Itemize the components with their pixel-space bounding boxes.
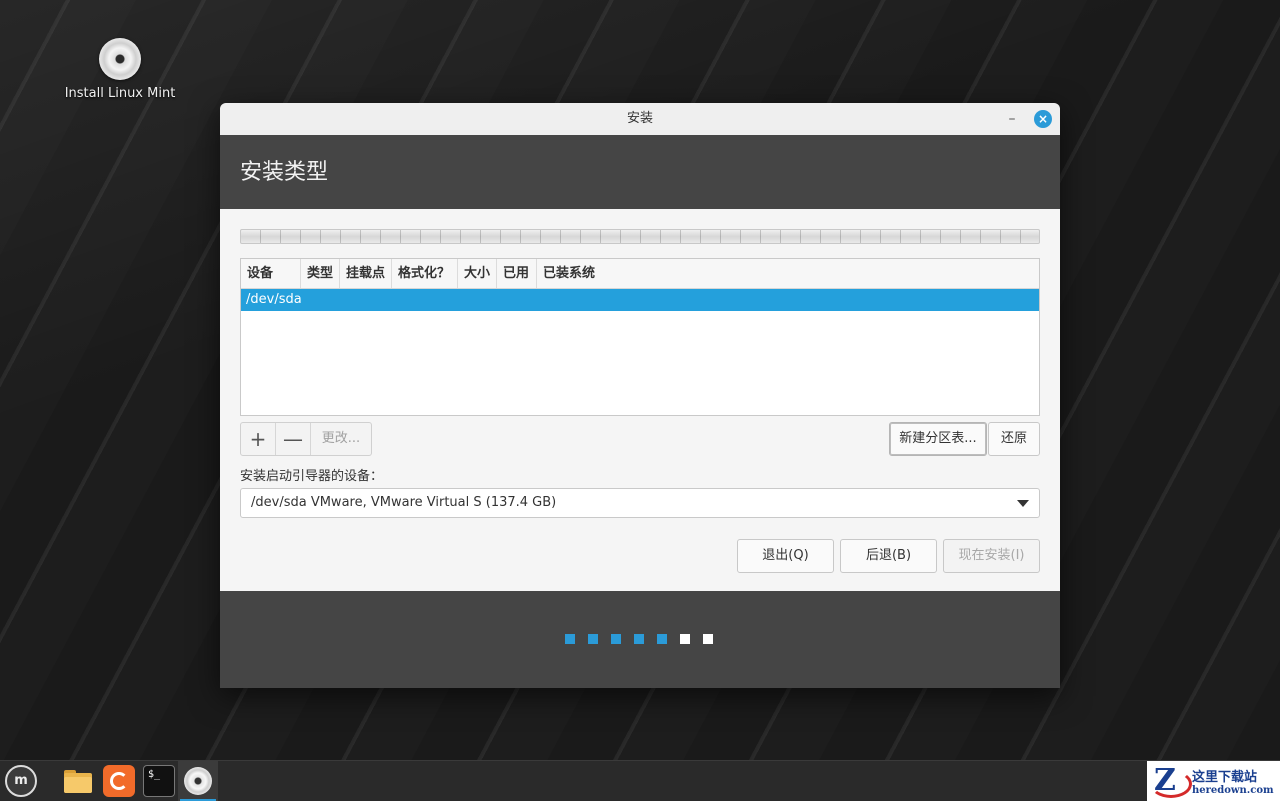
firefox-icon[interactable] — [103, 765, 135, 797]
column-header-size[interactable]: 大小 — [458, 259, 497, 288]
files-icon[interactable] — [62, 765, 94, 797]
column-header-installed-os[interactable]: 已装系统 — [537, 259, 1039, 288]
table-row[interactable]: /dev/sda — [241, 289, 1039, 311]
step-dot — [657, 634, 667, 644]
step-indicator — [565, 634, 713, 644]
step-progress-footer — [220, 591, 1060, 688]
add-partition-button[interactable]: + — [241, 423, 276, 455]
close-button[interactable]: × — [1034, 110, 1052, 128]
step-dot — [565, 634, 575, 644]
step-dot — [703, 634, 713, 644]
remove-partition-button[interactable]: — — [276, 423, 311, 455]
minimize-button[interactable]: – — [1002, 103, 1022, 135]
page-title: 安装类型 — [220, 135, 1060, 209]
watermark-logo: Z 这里下载站 heredown.com — [1147, 761, 1280, 801]
column-header-type[interactable]: 类型 — [301, 259, 340, 288]
new-partition-table-button[interactable]: 新建分区表... — [889, 422, 987, 456]
bootloader-label: 安装启动引导器的设备： — [240, 469, 384, 484]
step-dot — [634, 634, 644, 644]
watermark-cn: 这里下载站 — [1192, 770, 1258, 785]
change-partition-button[interactable]: 更改... — [311, 423, 371, 455]
install-linux-mint-desktop-icon[interactable]: Install Linux Mint — [60, 38, 180, 101]
partition-table: 设备 类型 挂载点 格式化？ 大小 已用 已装系统 /dev/sda — [240, 258, 1040, 416]
terminal-icon[interactable]: $_ — [143, 765, 175, 797]
window-titlebar[interactable]: 安装 – × — [220, 103, 1060, 135]
back-button[interactable]: 后退(B) — [840, 539, 937, 573]
bootloader-device-value: /dev/sda VMware, VMware Virtual S (137.4… — [251, 495, 557, 510]
table-header: 设备 类型 挂载点 格式化？ 大小 已用 已装系统 — [241, 259, 1039, 289]
column-header-device[interactable]: 设备 — [241, 259, 301, 288]
mint-menu-icon[interactable]: m — [5, 765, 37, 797]
partition-edit-buttons: + — 更改... — [240, 422, 372, 456]
step-dot — [611, 634, 621, 644]
step-dot — [680, 634, 690, 644]
desktop-icon-label: Install Linux Mint — [64, 86, 176, 101]
quit-button[interactable]: 退出(Q) — [737, 539, 834, 573]
dropdown-arrow-icon — [1017, 500, 1029, 507]
column-header-format[interactable]: 格式化？ — [392, 259, 458, 288]
watermark-en: heredown.com — [1192, 785, 1274, 796]
taskbar: m $_ Z 这里下载站 heredown.com — [0, 760, 1280, 801]
step-dot — [588, 634, 598, 644]
column-header-used[interactable]: 已用 — [497, 259, 537, 288]
installer-window: 安装 – × 安装类型 设备 类型 挂载点 格式化？ 大小 已用 已装系统 /d… — [220, 103, 1060, 688]
column-header-mount-point[interactable]: 挂载点 — [340, 259, 392, 288]
disc-icon — [99, 38, 141, 80]
install-now-button[interactable]: 现在安装(I) — [943, 539, 1040, 573]
window-title: 安装 — [626, 111, 653, 126]
revert-button[interactable]: 还原 — [988, 422, 1040, 456]
content-panel: 设备 类型 挂载点 格式化？ 大小 已用 已装系统 /dev/sda + — 更… — [220, 209, 1060, 591]
installer-icon[interactable] — [182, 765, 214, 797]
bootloader-device-select[interactable]: /dev/sda VMware, VMware Virtual S (137.4… — [240, 488, 1040, 518]
partition-bar — [240, 229, 1040, 244]
watermark-z-icon: Z — [1150, 764, 1192, 798]
